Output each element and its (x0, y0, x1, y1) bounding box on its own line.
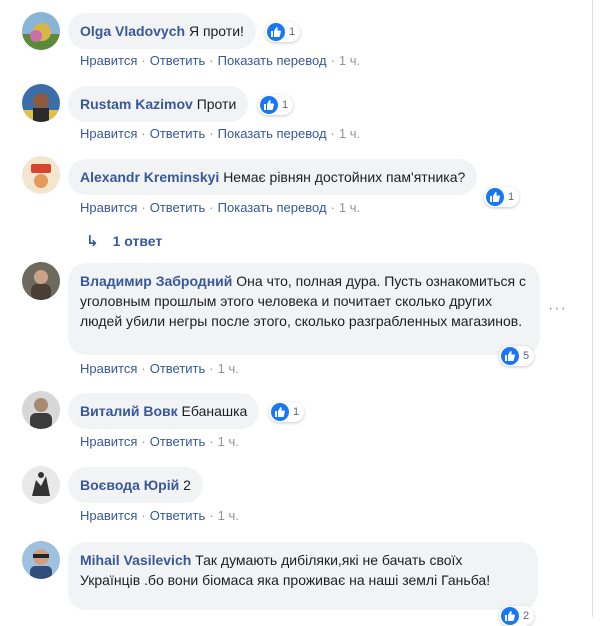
timestamp[interactable]: 1 ч. (218, 508, 239, 523)
thumbs-up-icon (486, 188, 504, 206)
like-link[interactable]: Нравится (80, 200, 137, 215)
comment-bubble: Alexandr Kreminskyi Немає рівнян достойн… (68, 159, 478, 195)
reaction-number: 1 (282, 99, 289, 111)
comment-author[interactable]: Mihail Vasilevich (80, 552, 191, 568)
like-link[interactable]: Нравится (80, 126, 137, 141)
like-link[interactable]: Нравится (80, 53, 137, 68)
avatar[interactable] (22, 12, 60, 50)
comment-actions: Нравится · Ответить · 1 ч. (80, 434, 239, 449)
like-link[interactable]: Нравится (80, 361, 137, 376)
avatar[interactable] (22, 541, 60, 579)
avatar[interactable] (22, 84, 60, 122)
reaction-count[interactable]: 1 (269, 402, 305, 422)
more-options-icon[interactable]: ··· (548, 300, 567, 318)
replies-count: 1 ответ (112, 233, 163, 249)
comment-text: 2 (183, 477, 191, 493)
comment-text: Я проти! (188, 23, 244, 39)
comment-bubble: Rustam Kazimov Проти (68, 86, 249, 122)
reaction-count[interactable]: 1 (265, 22, 301, 42)
comment-actions: Нравится · Ответить · Показать перевод · 1 ч. (80, 126, 361, 141)
comment-bubble: Mihail Vasilevich Так думають дибіляки,я… (68, 542, 538, 610)
avatar[interactable] (22, 156, 60, 194)
reply-link[interactable]: Ответить (150, 53, 206, 68)
timestamp[interactable]: 1 ч. (218, 361, 239, 376)
thumbs-up-icon (501, 607, 519, 625)
thumbs-up-icon (267, 23, 285, 41)
reaction-count[interactable]: 1 (484, 187, 520, 207)
reaction-number: 5 (523, 350, 530, 362)
comment-bubble: Виталий Вовк Ебанашка (68, 393, 260, 429)
comment-actions: Нравится · Ответить · 1 ч. (80, 508, 239, 523)
reaction-count[interactable]: 2 (499, 606, 535, 626)
avatar[interactable] (22, 262, 60, 300)
comment-author[interactable]: Alexandr Kreminskyi (80, 169, 219, 185)
comment-author[interactable]: Olga Vladovych (80, 23, 185, 39)
comment-author[interactable]: Виталий Вовк (80, 403, 178, 419)
comment-author[interactable]: Воєвода Юрій (80, 477, 179, 493)
comment-text: Немає рівнян достойних пам'ятника? (223, 169, 466, 185)
timestamp[interactable]: 1 ч. (339, 53, 360, 68)
reply-link[interactable]: Ответить (150, 361, 206, 376)
translate-link[interactable]: Показать перевод (218, 126, 327, 141)
reaction-number: 2 (523, 610, 530, 622)
timestamp[interactable]: 1 ч. (339, 200, 360, 215)
thumbs-up-icon (501, 347, 519, 365)
thumbs-up-icon (271, 403, 289, 421)
timestamp[interactable]: 1 ч. (339, 126, 360, 141)
reply-link[interactable]: Ответить (150, 126, 206, 141)
comment-author[interactable]: Владимир Забродний (80, 273, 232, 289)
reply-link[interactable]: Ответить (150, 508, 206, 523)
thumbs-up-icon (260, 96, 278, 114)
avatar[interactable] (22, 391, 60, 429)
right-divider (592, 0, 593, 617)
reaction-number: 1 (508, 191, 515, 203)
comment-actions: Нравится · Ответить · Показать перевод · 1 ч. (80, 53, 361, 68)
comment-author[interactable]: Rustam Kazimov (80, 96, 193, 112)
avatar[interactable] (22, 466, 60, 504)
reaction-count[interactable]: 1 (258, 95, 294, 115)
translate-link[interactable]: Показать перевод (218, 53, 327, 68)
translate-link[interactable]: Показать перевод (218, 200, 327, 215)
comment-text: Ебанашка (181, 403, 248, 419)
view-replies-link[interactable]: ↳ 1 ответ (86, 232, 162, 250)
reaction-number: 1 (289, 26, 296, 38)
timestamp[interactable]: 1 ч. (218, 434, 239, 449)
reply-link[interactable]: Ответить (150, 200, 206, 215)
like-link[interactable]: Нравится (80, 508, 137, 523)
like-link[interactable]: Нравится (80, 434, 137, 449)
comment-bubble: Владимир Забродний Она что, полная дура.… (68, 263, 540, 355)
reply-link[interactable]: Ответить (150, 434, 206, 449)
reaction-number: 1 (293, 406, 300, 418)
comment-actions: Нравится · Ответить · Показать перевод · 1 ч. (80, 200, 361, 215)
reaction-count[interactable]: 5 (499, 346, 535, 366)
reply-arrow-icon: ↳ (86, 233, 99, 250)
comment-bubble: Olga Vladovych Я проти! (68, 13, 256, 49)
comment-actions: Нравится · Ответить · 1 ч. (80, 361, 239, 376)
comment-text: Проти (196, 96, 237, 112)
comment-bubble: Воєвода Юрій 2 (68, 467, 203, 503)
